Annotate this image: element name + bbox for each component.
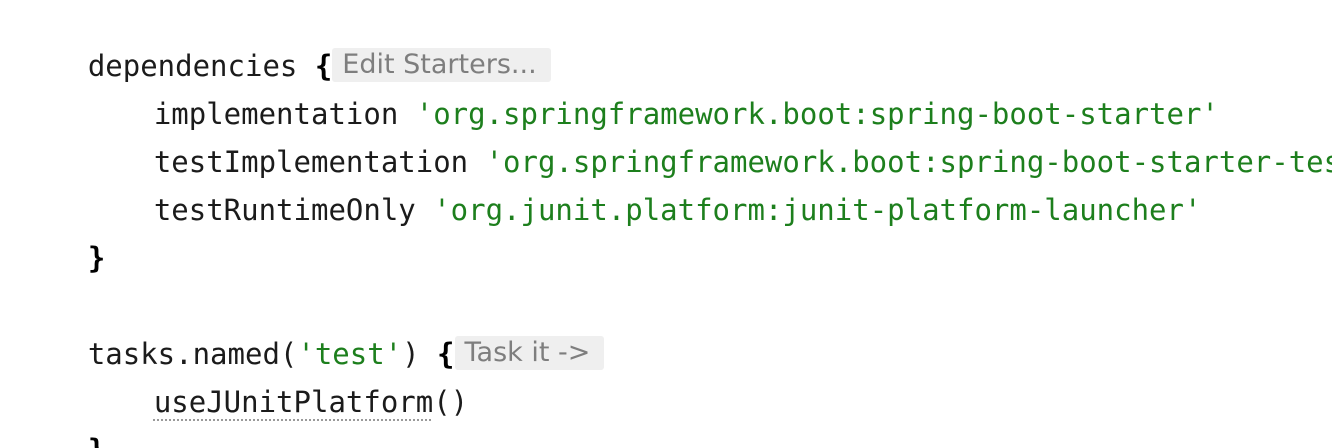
code-line-tasks-named: tasks.named('test') {Task it ->	[18, 294, 605, 371]
close-brace: }	[88, 433, 105, 448]
call-parens: ()	[433, 385, 469, 419]
task-it-hint[interactable]: Task it ->	[454, 336, 605, 370]
code-line-close-dependencies: }	[18, 198, 105, 275]
code-line-implementation: implementation 'org.springframework.boot…	[84, 54, 1219, 131]
code-line-dependencies: dependencies {Edit Starters...	[18, 6, 551, 83]
close-brace: }	[87, 241, 106, 275]
use-junit-platform-call[interactable]: useJUnitPlatform	[154, 385, 433, 419]
code-line-test-runtime-only: testRuntimeOnly 'org.junit.platform:juni…	[84, 150, 1202, 227]
code-line-test-implementation: testImplementation 'org.springframework.…	[84, 102, 1332, 179]
code-editor[interactable]: dependencies {Edit Starters... implement…	[0, 0, 1332, 448]
config-name: testRuntimeOnly	[153, 193, 434, 227]
code-line-use-junit-platform: useJUnitPlatform()	[84, 342, 468, 419]
dependency-string: 'org.junit.platform:junit-platform-launc…	[433, 193, 1202, 227]
code-line-close-tasks: }	[18, 390, 105, 448]
